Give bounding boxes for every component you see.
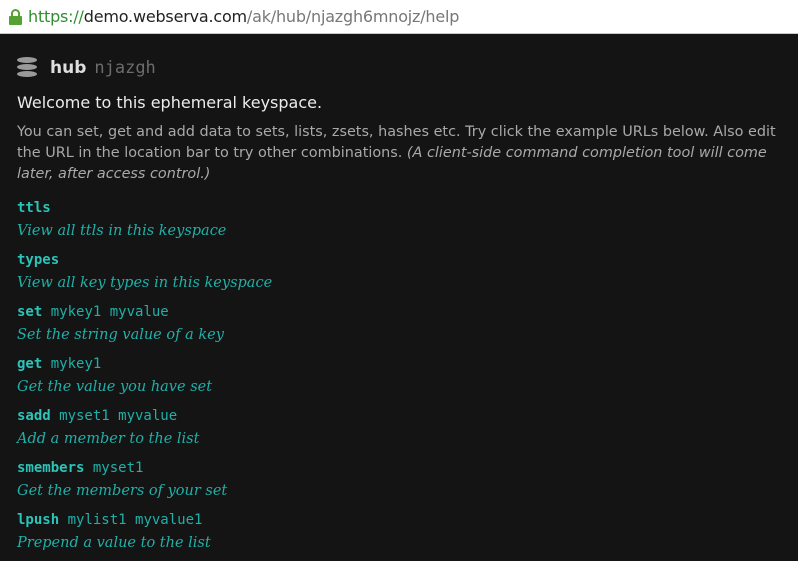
command-link-get[interactable]: get mykey1	[17, 356, 101, 372]
command-name: get	[17, 356, 43, 372]
url-text[interactable]: https://demo.webserva.com/ak/hub/njazgh6…	[28, 7, 459, 26]
command-item-ttls: ttls View all ttls in this keyspace	[17, 197, 792, 249]
hub-name: hub	[50, 57, 87, 78]
url-scheme: https://	[28, 7, 84, 26]
command-description: Get the value you have set	[17, 379, 213, 395]
command-args: mykey1 myvalue	[42, 304, 169, 320]
command-link-types[interactable]: types	[17, 252, 59, 268]
command-link-smembers[interactable]: smembers myset1	[17, 460, 143, 476]
command-name: lpush	[17, 512, 60, 528]
url-host: demo.webserva.com	[83, 7, 247, 26]
command-link-ttls[interactable]: ttls	[17, 200, 51, 216]
command-item-get: get mykey1 Get the value you have set	[17, 353, 792, 405]
command-name: ttls	[17, 200, 51, 216]
address-bar[interactable]: https://demo.webserva.com/ak/hub/njazgh6…	[0, 0, 798, 34]
command-item-set: set mykey1 myvalue Set the string value …	[17, 301, 792, 353]
command-description: Get the members of your set	[17, 483, 228, 499]
command-name: sadd	[17, 408, 51, 424]
command-list: ttls View all ttls in this keyspace type…	[17, 197, 792, 561]
command-description: Prepend a value to the list	[17, 535, 211, 551]
lock-icon	[9, 8, 22, 25]
command-args: mykey1	[42, 356, 102, 372]
command-item-lpush: lpush mylist1 myvalue1 Prepend a value t…	[17, 509, 792, 561]
command-description: Set the string value of a key	[17, 327, 224, 343]
database-icon	[17, 56, 37, 79]
command-link-sadd[interactable]: sadd myset1 myvalue	[17, 408, 177, 424]
hub-id: njazgh	[94, 57, 156, 78]
command-description: View all key types in this keyspace	[17, 275, 273, 291]
command-item-types: types View all key types in this keyspac…	[17, 249, 792, 301]
command-item-sadd: sadd myset1 myvalue Add a member to the …	[17, 405, 792, 457]
command-args: mylist1 myvalue1	[59, 512, 203, 528]
command-name: types	[17, 252, 60, 268]
command-name: set	[17, 304, 43, 320]
command-link-set[interactable]: set mykey1 myvalue	[17, 304, 169, 320]
command-args: myset1	[84, 460, 144, 476]
hub-header: hub njazgh	[17, 34, 792, 99]
welcome-heading: Welcome to this ephemeral keyspace.	[17, 93, 323, 112]
command-args: myset1 myvalue	[50, 408, 178, 424]
url-path: /ak/hub/njazgh6mnojz/help	[246, 7, 460, 26]
command-description: Add a member to the list	[17, 431, 200, 447]
command-name: smembers	[17, 460, 85, 476]
intro-paragraph: You can set, get and add data to sets, l…	[17, 122, 792, 185]
command-description: View all ttls in this keyspace	[17, 223, 227, 239]
page-content: hub njazgh Welcome to this ephemeral key…	[17, 34, 792, 561]
command-link-lpush[interactable]: lpush mylist1 myvalue1	[17, 512, 202, 528]
command-item-smembers: smembers myset1 Get the members of your …	[17, 457, 792, 509]
